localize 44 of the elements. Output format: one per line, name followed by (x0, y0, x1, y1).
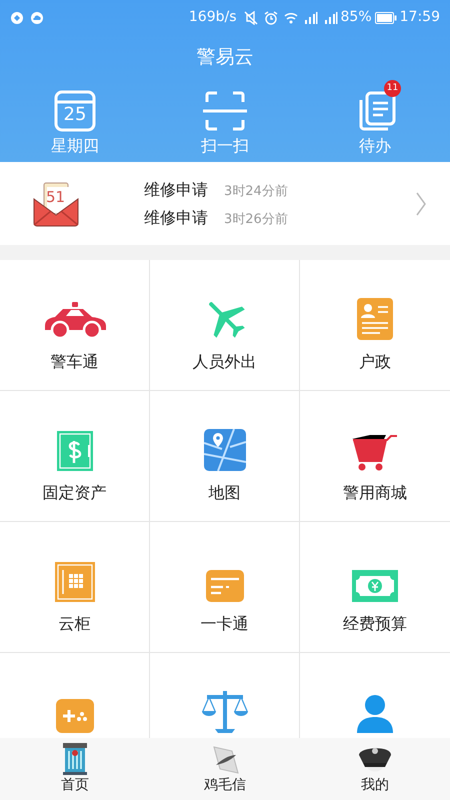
id-card-icon[interactable] (357, 298, 393, 340)
nav-tab[interactable]: 首页 (0, 738, 150, 800)
signal-icon (324, 10, 338, 24)
building-icon (63, 742, 87, 774)
notice-title[interactable]: 维修申请 (144, 206, 208, 230)
battery-icon (374, 12, 397, 24)
signal-icon (304, 10, 318, 24)
chevron-right-icon[interactable] (416, 192, 426, 216)
calendar-date: 25 (62, 105, 88, 125)
app-label[interactable]: 地图 (208, 481, 240, 505)
mute-icon (244, 10, 258, 24)
shopping-cart-icon[interactable] (352, 435, 398, 471)
safe-box-icon[interactable] (54, 562, 94, 602)
scan-icon[interactable] (203, 90, 247, 132)
banknote-icon[interactable] (352, 570, 398, 602)
nav-tab[interactable]: 我的 (300, 738, 450, 800)
safe-icon[interactable] (56, 431, 92, 471)
notice-time: 3时26分前 (224, 210, 288, 228)
wifi-icon (284, 10, 298, 24)
alarm-icon (264, 10, 278, 24)
person-icon[interactable] (357, 693, 393, 733)
app-icon (10, 10, 24, 24)
app-label[interactable]: 一卡通 (200, 612, 248, 636)
nav-tab[interactable]: 鸡毛信 (150, 738, 300, 800)
app-label[interactable]: 固定资产 (42, 481, 106, 505)
battery-percent: 85% (340, 8, 372, 27)
app-label[interactable]: 警用商城 (343, 481, 407, 505)
app-label[interactable]: 警车通 (50, 350, 98, 374)
envelope-number: 51 (46, 188, 66, 204)
app-title: 警易云 (196, 45, 254, 70)
notice-title[interactable]: 维修申请 (144, 178, 208, 202)
gamepad-icon[interactable] (56, 699, 94, 733)
app-label[interactable]: 户政 (359, 350, 391, 374)
map-icon[interactable] (204, 429, 246, 471)
count-badge: 11 (384, 80, 401, 97)
app-label[interactable]: 云柜 (58, 612, 90, 636)
scales-icon[interactable] (200, 691, 248, 733)
network-speed: 169b/s (188, 8, 237, 27)
cloud-icon (30, 10, 44, 24)
notice-time: 3时24分前 (224, 182, 288, 200)
app-label[interactable]: 经费预算 (343, 612, 407, 636)
card-icon[interactable] (206, 570, 244, 602)
app-label[interactable]: 人员外出 (192, 350, 256, 374)
clock: 17:59 (400, 8, 440, 27)
